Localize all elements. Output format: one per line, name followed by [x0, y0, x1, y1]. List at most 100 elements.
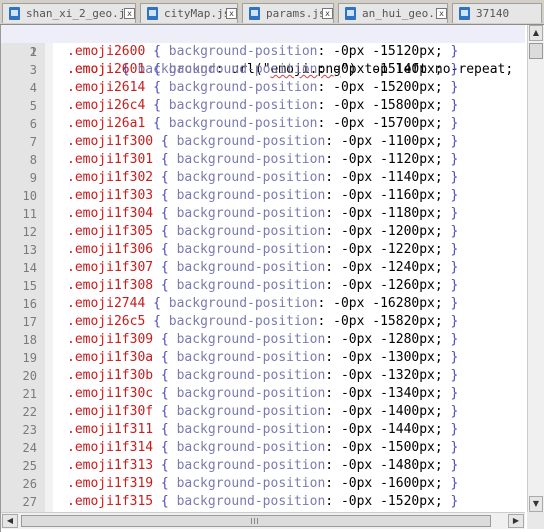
- css-value: -0px -1520px;: [340, 494, 443, 509]
- css-selector: .emoji1f308: [67, 278, 154, 293]
- code-line[interactable]: 26 .emoji1f319 { background-position: -0p…: [1, 475, 525, 493]
- vertical-scroll-thumb[interactable]: [529, 43, 543, 59]
- close-brace: }: [450, 404, 459, 419]
- line-code[interactable]: .emoji1f302 { background-position: -0px …: [67, 169, 458, 187]
- line-code[interactable]: .emoji1f30f { background-position: -0px …: [67, 403, 458, 421]
- line-code[interactable]: .emoji26a1 { background-position: -0px -…: [67, 115, 458, 133]
- vertical-scrollbar[interactable]: ▲ ▼: [527, 25, 544, 512]
- colon: :: [325, 458, 334, 473]
- code-line[interactable]: 19 .emoji1f30a { background-position: -0p…: [1, 349, 525, 367]
- colon: :: [325, 278, 334, 293]
- open-brace: {: [160, 152, 169, 167]
- line-code[interactable]: .emoji1f300 { background-position: -0px …: [67, 133, 458, 151]
- code-line[interactable]: 9 .emoji1f302 { background-position: -0px…: [1, 169, 525, 187]
- css-property: background-position: [176, 188, 326, 203]
- scroll-down-arrow-icon[interactable]: ▼: [529, 496, 543, 512]
- line-code[interactable]: .emoji1f315 { background-position: -0px …: [67, 493, 458, 511]
- horizontal-scroll-thumb[interactable]: [21, 515, 491, 527]
- code-line[interactable]: 20 .emoji1f30b { background-position: -0p…: [1, 367, 525, 385]
- line-code[interactable]: .emoji1f303 { background-position: -0px …: [67, 187, 458, 205]
- open-brace: {: [153, 314, 161, 329]
- colon: :: [317, 296, 326, 311]
- code-line[interactable]: 24 .emoji1f314 { background-position: -0p…: [1, 439, 525, 457]
- close-brace: }: [450, 476, 459, 491]
- tab-5[interactable]: 37140: [452, 3, 542, 23]
- code-lines[interactable]: 1 .emoji { background: url("emoji.png") …: [1, 25, 525, 512]
- tab-4[interactable]: an_hui_geo.js x: [338, 3, 448, 23]
- close-brace: }: [450, 188, 459, 203]
- line-code[interactable]: .emoji1f30a { background-position: -0px …: [67, 349, 458, 367]
- code-line[interactable]: 10 .emoji1f303 { background-position: -0p…: [1, 187, 525, 205]
- line-code[interactable]: .emoji1f305 { background-position: -0px …: [67, 223, 458, 241]
- line-code[interactable]: .emoji1f311 { background-position: -0px …: [67, 421, 458, 439]
- line-code[interactable]: .emoji1f309 { background-position: -0px …: [67, 331, 458, 349]
- code-line[interactable]: 8 .emoji1f301 { background-position: -0px…: [1, 151, 525, 169]
- scroll-left-arrow-icon[interactable]: ◀: [2, 514, 18, 528]
- code-line[interactable]: 14 .emoji1f307 { background-position: -0p…: [1, 259, 525, 277]
- line-code[interactable]: .emoji1f313 { background-position: -0px …: [67, 457, 458, 475]
- line-code[interactable]: .emoji1f319 { background-position: -0px …: [67, 475, 458, 493]
- code-line[interactable]: 2 .emoji2600 { background-position: -0px …: [1, 43, 525, 61]
- line-number: 8: [29, 153, 37, 167]
- line-code[interactable]: .emoji2614 { background-position: -0px -…: [67, 79, 458, 97]
- code-line[interactable]: 12 .emoji1f305 { background-position: -0p…: [1, 223, 525, 241]
- tab-1[interactable]: shan_xi_2_geo.js x: [2, 3, 136, 23]
- code-line[interactable]: 27 .emoji1f315 { background-position: -0p…: [1, 493, 525, 511]
- code-line[interactable]: 6 .emoji26a1 { background-position: -0px …: [1, 115, 525, 133]
- tab-3[interactable]: params.js x: [242, 3, 334, 23]
- code-line[interactable]: 15 .emoji1f308 { background-position: -0p…: [1, 277, 525, 295]
- line-code[interactable]: .emoji1f314 { background-position: -0px …: [67, 439, 458, 457]
- line-code[interactable]: .emoji1f306 { background-position: -0px …: [67, 241, 458, 259]
- code-line[interactable]: 5 .emoji26c4 { background-position: -0px …: [1, 97, 525, 115]
- scroll-up-arrow-icon[interactable]: ▲: [529, 25, 543, 41]
- close-brace: }: [450, 350, 459, 365]
- css-value: -0px -1160px;: [340, 188, 443, 203]
- colon: :: [317, 80, 326, 95]
- line-code[interactable]: .emoji2744 { background-position: -0px -…: [67, 295, 458, 313]
- tab-2[interactable]: cityMap.js x: [140, 3, 238, 23]
- code-line[interactable]: 21 .emoji1f30c { background-position: -0p…: [1, 385, 525, 403]
- css-property: background-position: [168, 98, 318, 113]
- code-line[interactable]: 13 .emoji1f306 { background-position: -0p…: [1, 241, 525, 259]
- line-code[interactable]: .emoji1f30c { background-position: -0px …: [67, 385, 458, 403]
- css-value: -0px -1440px;: [340, 422, 443, 437]
- code-line[interactable]: 1 .emoji { background: url("emoji.png") …: [1, 25, 525, 77]
- css-selector: .emoji1f309: [67, 332, 154, 347]
- line-code[interactable]: .emoji26c5 { background-position: -0px -…: [67, 313, 458, 331]
- code-line[interactable]: 17 .emoji26c5 { background-position: -0px…: [1, 313, 525, 331]
- line-code[interactable]: .emoji2600 { background-position: -0px -…: [67, 43, 458, 61]
- line-code[interactable]: .emoji2601 { background-position: -0px -…: [67, 61, 458, 79]
- code-line[interactable]: 3 .emoji2601 { background-position: -0px …: [1, 61, 525, 79]
- line-code[interactable]: .emoji26c4 { background-position: -0px -…: [67, 97, 458, 115]
- tab-label: cityMap.js: [164, 7, 231, 20]
- code-line[interactable]: 16 .emoji2744 { background-position: -0px…: [1, 295, 525, 313]
- code-line[interactable]: 4 .emoji2614 { background-position: -0px …: [1, 79, 525, 97]
- close-icon[interactable]: x: [322, 8, 333, 19]
- line-code[interactable]: .emoji1f301 { background-position: -0px …: [67, 151, 458, 169]
- code-editor[interactable]: 1 .emoji { background: url("emoji.png") …: [0, 25, 544, 532]
- code-line[interactable]: 7 .emoji1f300 { background-position: -0px…: [1, 133, 525, 151]
- code-line[interactable]: 11 .emoji1f304 { background-position: -0p…: [1, 205, 525, 223]
- line-code[interactable]: .emoji1f30b { background-position: -0px …: [67, 367, 458, 385]
- css-selector: .emoji1f301: [67, 152, 154, 167]
- close-icon[interactable]: x: [436, 8, 447, 19]
- line-number: 3: [29, 63, 37, 77]
- line-code[interactable]: .emoji1f307 { background-position: -0px …: [67, 259, 458, 277]
- scrollbar-corner: [527, 512, 544, 529]
- close-brace: }: [450, 116, 459, 131]
- colon: :: [325, 386, 334, 401]
- css-property: background-position: [176, 494, 326, 509]
- open-brace: {: [160, 188, 169, 203]
- colon: :: [325, 350, 334, 365]
- code-line[interactable]: 25 .emoji1f313 { background-position: -0p…: [1, 457, 525, 475]
- close-icon[interactable]: x: [124, 8, 135, 19]
- line-code[interactable]: .emoji1f308 { background-position: -0px …: [67, 277, 458, 295]
- code-line[interactable]: 22 .emoji1f30f { background-position: -0p…: [1, 403, 525, 421]
- close-brace: }: [450, 170, 459, 185]
- close-icon[interactable]: x: [226, 8, 237, 19]
- scroll-right-arrow-icon[interactable]: ▶: [508, 514, 524, 528]
- horizontal-scrollbar[interactable]: ◀ ▶: [1, 512, 525, 529]
- code-line[interactable]: 23 .emoji1f311 { background-position: -0p…: [1, 421, 525, 439]
- code-line[interactable]: 18 .emoji1f309 { background-position: -0p…: [1, 331, 525, 349]
- line-code[interactable]: .emoji1f304 { background-position: -0px …: [67, 205, 458, 223]
